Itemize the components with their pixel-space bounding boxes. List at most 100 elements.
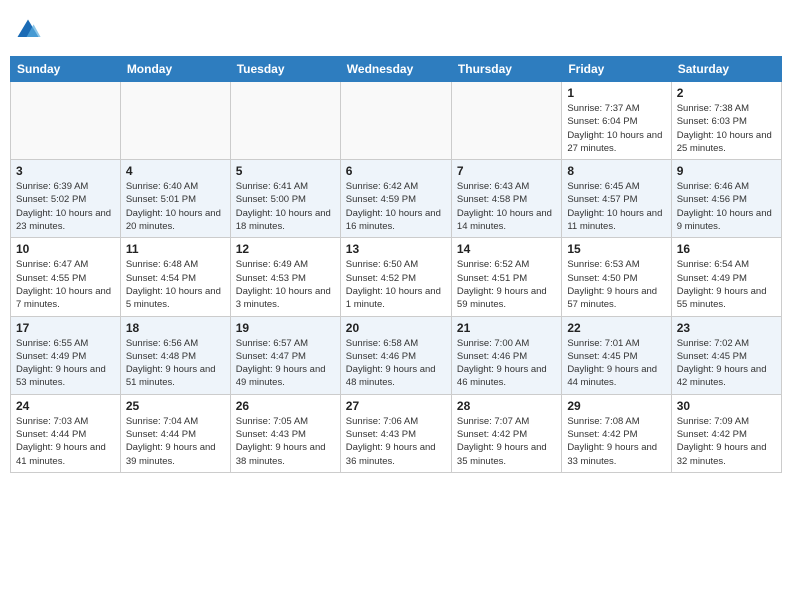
day-info: Sunrise: 7:03 AMSunset: 4:44 PMDaylight:… bbox=[16, 415, 115, 468]
day-number: 10 bbox=[16, 242, 115, 256]
day-info: Sunrise: 7:02 AMSunset: 4:45 PMDaylight:… bbox=[677, 337, 776, 390]
week-row-3: 10 Sunrise: 6:47 AMSunset: 4:55 PMDayligh… bbox=[11, 238, 782, 316]
day-number: 2 bbox=[677, 86, 776, 100]
weekday-header-friday: Friday bbox=[562, 57, 671, 82]
day-info: Sunrise: 6:56 AMSunset: 4:48 PMDaylight:… bbox=[126, 337, 225, 390]
weekday-header-saturday: Saturday bbox=[671, 57, 781, 82]
day-number: 20 bbox=[346, 321, 446, 335]
day-number: 25 bbox=[126, 399, 225, 413]
calendar-cell: 14 Sunrise: 6:52 AMSunset: 4:51 PMDayligh… bbox=[451, 238, 561, 316]
day-info: Sunrise: 7:07 AMSunset: 4:42 PMDaylight:… bbox=[457, 415, 556, 468]
day-info: Sunrise: 6:46 AMSunset: 4:56 PMDaylight:… bbox=[677, 180, 776, 233]
weekday-header-sunday: Sunday bbox=[11, 57, 121, 82]
day-info: Sunrise: 6:47 AMSunset: 4:55 PMDaylight:… bbox=[16, 258, 115, 311]
calendar-cell: 24Sunrise: 7:03 AMSunset: 4:44 PMDayligh… bbox=[11, 394, 121, 472]
day-info: Sunrise: 6:39 AMSunset: 5:02 PMDaylight:… bbox=[16, 180, 115, 233]
day-number: 22 bbox=[567, 321, 665, 335]
day-info: Sunrise: 6:53 AMSunset: 4:50 PMDaylight:… bbox=[567, 258, 665, 311]
weekday-header-row: SundayMondayTuesdayWednesdayThursdayFrid… bbox=[11, 57, 782, 82]
page-header bbox=[10, 10, 782, 50]
logo-icon bbox=[14, 16, 42, 44]
day-info: Sunrise: 6:43 AMSunset: 4:58 PMDaylight:… bbox=[457, 180, 556, 233]
day-info: Sunrise: 6:52 AMSunset: 4:51 PMDaylight:… bbox=[457, 258, 556, 311]
day-info: Sunrise: 6:58 AMSunset: 4:46 PMDaylight:… bbox=[346, 337, 446, 390]
day-number: 19 bbox=[236, 321, 335, 335]
day-number: 21 bbox=[457, 321, 556, 335]
day-number: 5 bbox=[236, 164, 335, 178]
day-number: 23 bbox=[677, 321, 776, 335]
calendar-cell: 23 Sunrise: 7:02 AMSunset: 4:45 PMDayligh… bbox=[671, 316, 781, 394]
calendar-cell: 5 Sunrise: 6:41 AMSunset: 5:00 PMDaylight… bbox=[230, 160, 340, 238]
day-number: 12 bbox=[236, 242, 335, 256]
day-info: Sunrise: 7:06 AMSunset: 4:43 PMDaylight:… bbox=[346, 415, 446, 468]
weekday-header-tuesday: Tuesday bbox=[230, 57, 340, 82]
calendar-cell: 2Sunrise: 7:38 AMSunset: 6:03 PMDaylight… bbox=[671, 82, 781, 160]
calendar-cell: 21 Sunrise: 7:00 AMSunset: 4:46 PMDayligh… bbox=[451, 316, 561, 394]
calendar-cell bbox=[11, 82, 121, 160]
day-info: Sunrise: 7:37 AMSunset: 6:04 PMDaylight:… bbox=[567, 102, 665, 155]
calendar-cell: 3 Sunrise: 6:39 AMSunset: 5:02 PMDaylight… bbox=[11, 160, 121, 238]
calendar-cell: 30 Sunrise: 7:09 AMSunset: 4:42 PMDayligh… bbox=[671, 394, 781, 472]
day-number: 16 bbox=[677, 242, 776, 256]
calendar-cell: 7 Sunrise: 6:43 AMSunset: 4:58 PMDaylight… bbox=[451, 160, 561, 238]
calendar-cell: 19 Sunrise: 6:57 AMSunset: 4:47 PMDayligh… bbox=[230, 316, 340, 394]
day-info: Sunrise: 6:54 AMSunset: 4:49 PMDaylight:… bbox=[677, 258, 776, 311]
day-info: Sunrise: 6:57 AMSunset: 4:47 PMDaylight:… bbox=[236, 337, 335, 390]
day-number: 30 bbox=[677, 399, 776, 413]
calendar-cell: 8 Sunrise: 6:45 AMSunset: 4:57 PMDaylight… bbox=[562, 160, 671, 238]
day-number: 13 bbox=[346, 242, 446, 256]
calendar-cell: 28Sunrise: 7:07 AMSunset: 4:42 PMDayligh… bbox=[451, 394, 561, 472]
day-info: Sunrise: 7:04 AMSunset: 4:44 PMDaylight:… bbox=[126, 415, 225, 468]
day-number: 29 bbox=[567, 399, 665, 413]
calendar-cell: 18Sunrise: 6:56 AMSunset: 4:48 PMDayligh… bbox=[120, 316, 230, 394]
calendar-cell: 11 Sunrise: 6:48 AMSunset: 4:54 PMDayligh… bbox=[120, 238, 230, 316]
day-number: 8 bbox=[567, 164, 665, 178]
day-info: Sunrise: 7:00 AMSunset: 4:46 PMDaylight:… bbox=[457, 337, 556, 390]
calendar-cell bbox=[451, 82, 561, 160]
day-info: Sunrise: 6:41 AMSunset: 5:00 PMDaylight:… bbox=[236, 180, 335, 233]
calendar-cell: 26 Sunrise: 7:05 AMSunset: 4:43 PMDayligh… bbox=[230, 394, 340, 472]
day-number: 14 bbox=[457, 242, 556, 256]
calendar-cell bbox=[230, 82, 340, 160]
day-number: 26 bbox=[236, 399, 335, 413]
calendar-cell: 25 Sunrise: 7:04 AMSunset: 4:44 PMDayligh… bbox=[120, 394, 230, 472]
day-info: Sunrise: 6:42 AMSunset: 4:59 PMDaylight:… bbox=[346, 180, 446, 233]
day-info: Sunrise: 7:05 AMSunset: 4:43 PMDaylight:… bbox=[236, 415, 335, 468]
calendar-cell: 9 Sunrise: 6:46 AMSunset: 4:56 PMDaylight… bbox=[671, 160, 781, 238]
day-info: Sunrise: 6:50 AMSunset: 4:52 PMDaylight:… bbox=[346, 258, 446, 311]
day-info: Sunrise: 6:40 AMSunset: 5:01 PMDaylight:… bbox=[126, 180, 225, 233]
day-number: 9 bbox=[677, 164, 776, 178]
day-info: Sunrise: 7:08 AMSunset: 4:42 PMDaylight:… bbox=[567, 415, 665, 468]
calendar-cell: 12Sunrise: 6:49 AMSunset: 4:53 PMDayligh… bbox=[230, 238, 340, 316]
weekday-header-thursday: Thursday bbox=[451, 57, 561, 82]
day-info: Sunrise: 6:48 AMSunset: 4:54 PMDaylight:… bbox=[126, 258, 225, 311]
day-number: 3 bbox=[16, 164, 115, 178]
calendar-cell: 4 Sunrise: 6:40 AMSunset: 5:01 PMDaylight… bbox=[120, 160, 230, 238]
calendar-cell: 22 Sunrise: 7:01 AMSunset: 4:45 PMDayligh… bbox=[562, 316, 671, 394]
calendar-cell: 16 Sunrise: 6:54 AMSunset: 4:49 PMDayligh… bbox=[671, 238, 781, 316]
calendar-cell: 10 Sunrise: 6:47 AMSunset: 4:55 PMDayligh… bbox=[11, 238, 121, 316]
calendar-cell bbox=[120, 82, 230, 160]
day-number: 7 bbox=[457, 164, 556, 178]
day-number: 1 bbox=[567, 86, 665, 100]
calendar-cell: 1 Sunrise: 7:37 AMSunset: 6:04 PMDaylight… bbox=[562, 82, 671, 160]
week-row-2: 3 Sunrise: 6:39 AMSunset: 5:02 PMDaylight… bbox=[11, 160, 782, 238]
day-number: 4 bbox=[126, 164, 225, 178]
day-info: Sunrise: 7:01 AMSunset: 4:45 PMDaylight:… bbox=[567, 337, 665, 390]
day-info: Sunrise: 7:09 AMSunset: 4:42 PMDaylight:… bbox=[677, 415, 776, 468]
day-number: 15 bbox=[567, 242, 665, 256]
week-row-4: 17Sunrise: 6:55 AMSunset: 4:49 PMDayligh… bbox=[11, 316, 782, 394]
day-info: Sunrise: 6:45 AMSunset: 4:57 PMDaylight:… bbox=[567, 180, 665, 233]
calendar-cell bbox=[340, 82, 451, 160]
day-number: 17 bbox=[16, 321, 115, 335]
week-row-5: 24Sunrise: 7:03 AMSunset: 4:44 PMDayligh… bbox=[11, 394, 782, 472]
calendar-cell: 29 Sunrise: 7:08 AMSunset: 4:42 PMDayligh… bbox=[562, 394, 671, 472]
day-number: 6 bbox=[346, 164, 446, 178]
calendar-cell: 17Sunrise: 6:55 AMSunset: 4:49 PMDayligh… bbox=[11, 316, 121, 394]
calendar: SundayMondayTuesdayWednesdayThursdayFrid… bbox=[10, 56, 782, 473]
weekday-header-wednesday: Wednesday bbox=[340, 57, 451, 82]
calendar-cell: 13 Sunrise: 6:50 AMSunset: 4:52 PMDayligh… bbox=[340, 238, 451, 316]
calendar-cell: 27Sunrise: 7:06 AMSunset: 4:43 PMDayligh… bbox=[340, 394, 451, 472]
weekday-header-monday: Monday bbox=[120, 57, 230, 82]
day-number: 11 bbox=[126, 242, 225, 256]
